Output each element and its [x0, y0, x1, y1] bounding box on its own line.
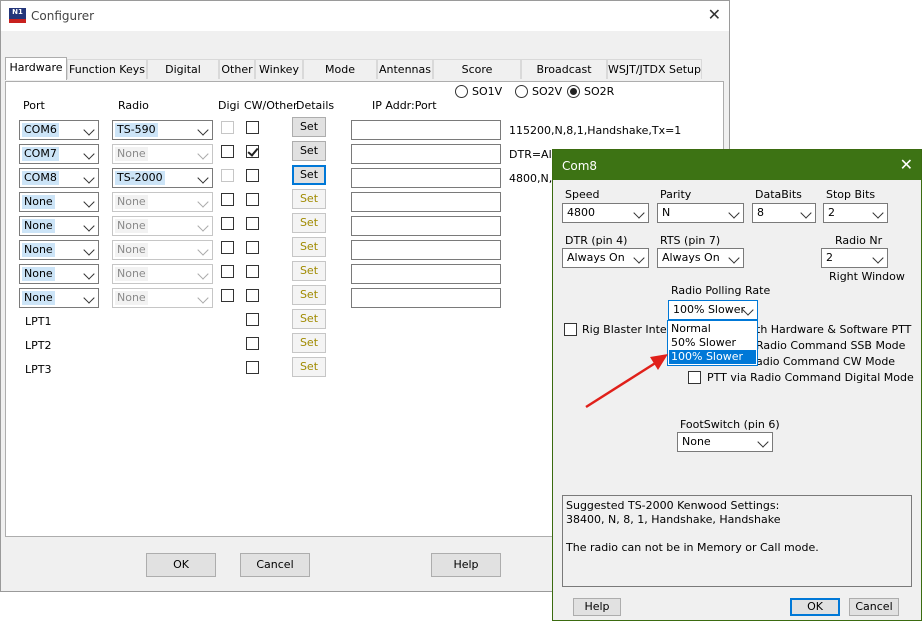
arrow-shaft	[585, 360, 658, 409]
annotation-arrow	[585, 354, 668, 409]
arrow-head	[650, 354, 668, 370]
